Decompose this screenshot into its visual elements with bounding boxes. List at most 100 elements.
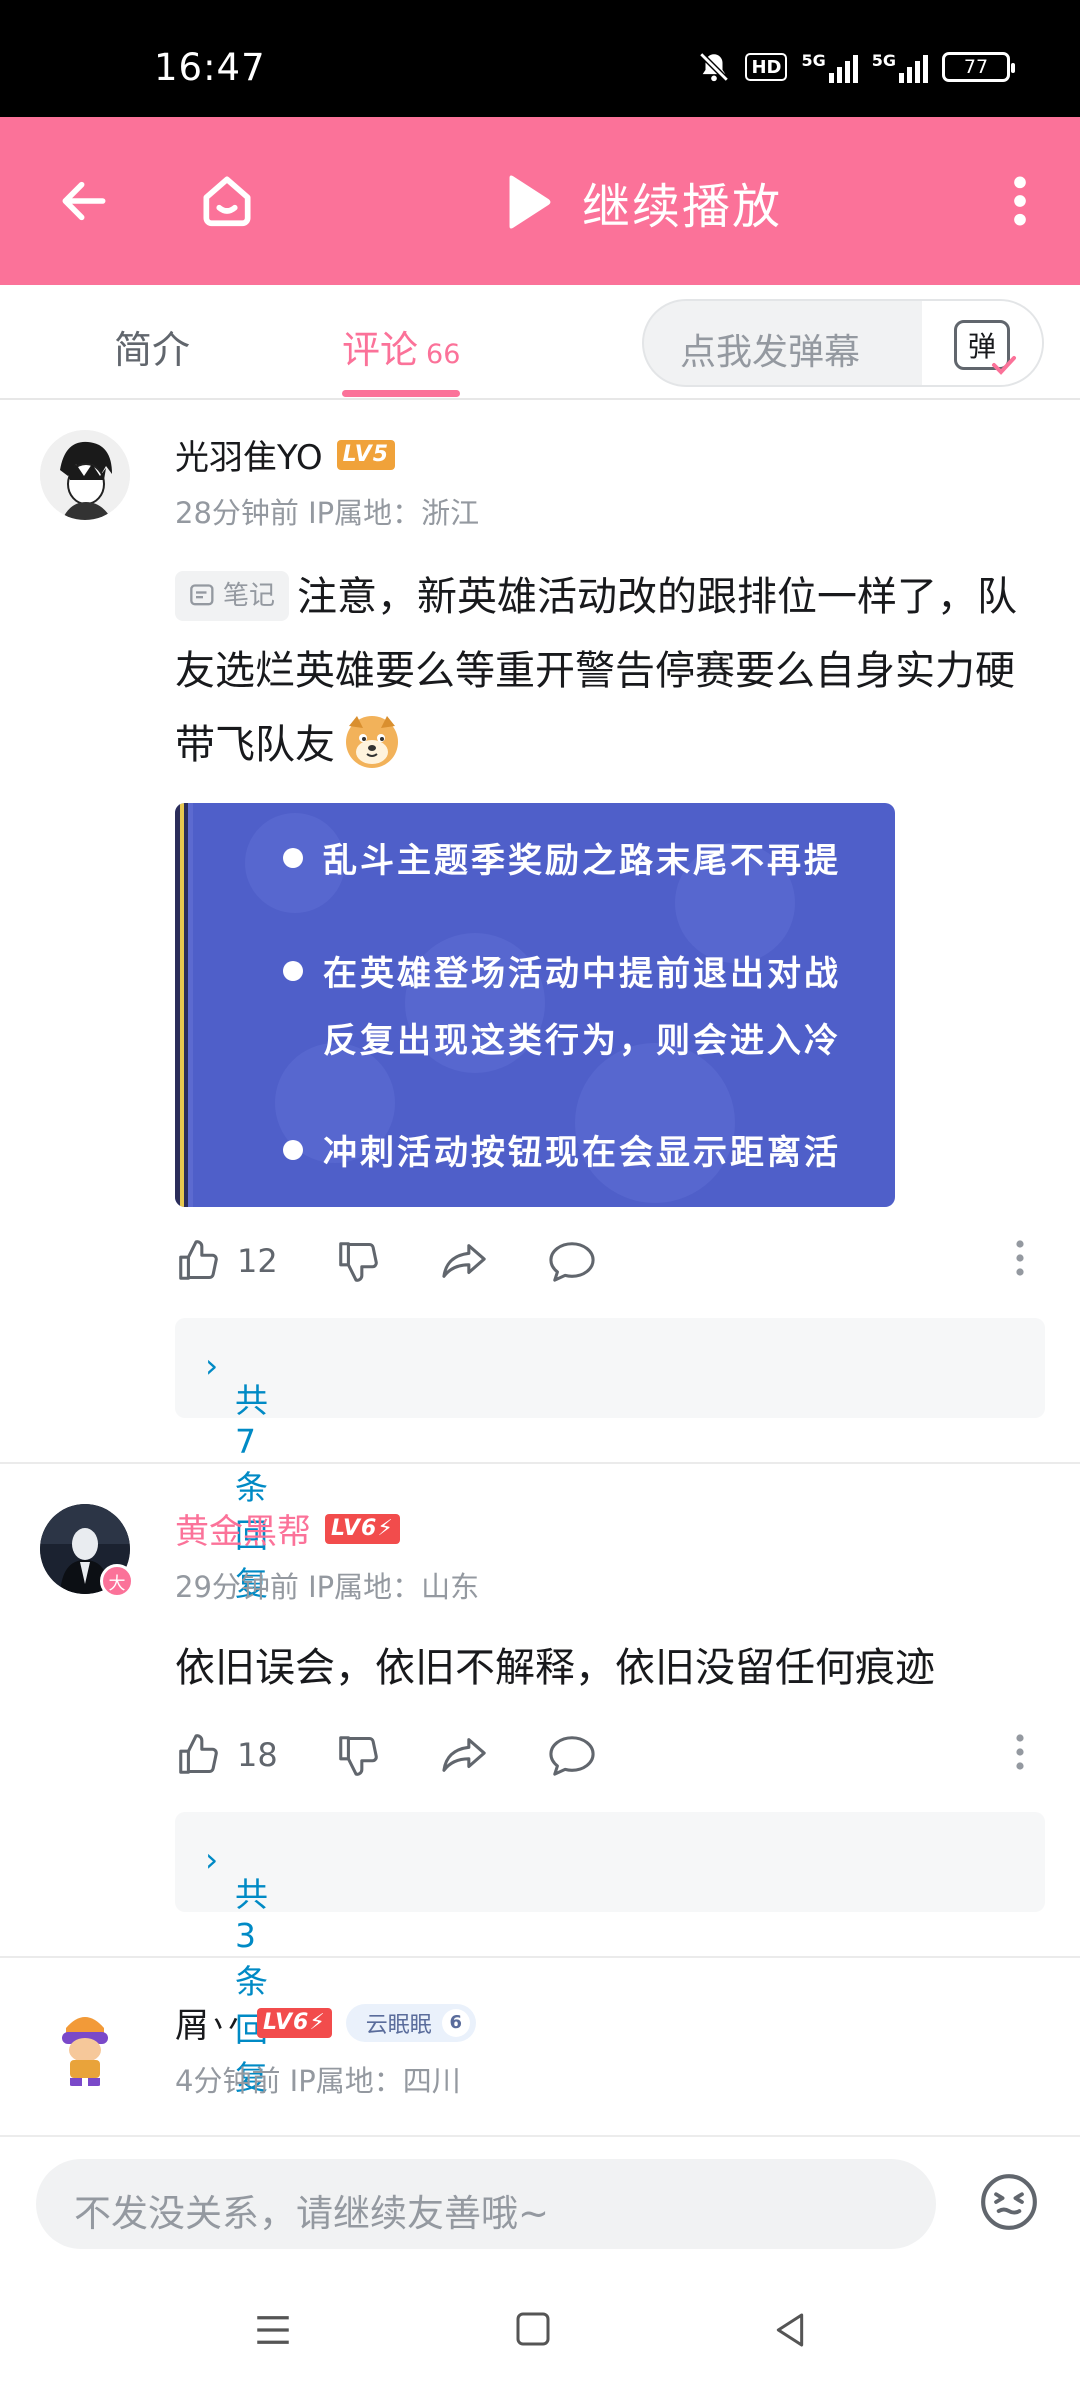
image-text-line: 乱斗主题季奖励之路末尾不再提 (323, 841, 841, 881)
image-text-line: 反复出现这类行为，则会进入冷 (323, 1021, 841, 1061)
share-button[interactable] (440, 1732, 490, 1778)
danmaku-input[interactable]: 点我发弹幕 弹 (642, 299, 1044, 387)
signal-5g-icon: 5G (801, 51, 858, 83)
status-time: 16:47 (154, 46, 266, 89)
tab-comments[interactable]: 评论 66 (342, 319, 460, 374)
status-bar: 16:47 HD 5G 5G 77 (0, 0, 1080, 117)
mute-bell-icon (699, 52, 730, 82)
fan-medal-level: 6 (441, 2008, 470, 2037)
like-count: 18 (237, 1736, 278, 1774)
replies-summary[interactable]: 共3条回复 › (175, 1812, 1045, 2097)
comment-more-button[interactable] (1015, 1732, 1025, 1772)
avatar[interactable] (40, 1998, 130, 2088)
comment-text[interactable]: 依旧误会，依旧不解释，依旧没留任何痕迹 (175, 1631, 1035, 1705)
comment-username-row: 光羽隹YO LV5 (175, 430, 395, 479)
comment-body: 注意，新英雄活动改的跟排位一样了，队友选烂英雄要么等重开警告停赛要么自身实力硬带… (175, 574, 1018, 768)
avatar-badge: 大 (100, 1564, 134, 1598)
more-vertical-icon (1016, 1240, 1024, 1276)
comment-bubble-icon (549, 1736, 595, 1776)
home-button[interactable] (196, 169, 258, 235)
recent-apps-button[interactable] (252, 2309, 294, 2355)
level-badge: LV6⚡ (325, 1513, 400, 1544)
danmaku-placeholder: 点我发弹幕 (680, 332, 861, 373)
comment-meta: 29分钟前 IP属地：山东 (175, 1570, 480, 1604)
emoji-button[interactable] (978, 2171, 1040, 2237)
reply-button[interactable] (547, 1732, 597, 1778)
comment-text[interactable]: 笔记 注意，新英雄活动改的跟排位一样了，队友选烂英雄要么等重开警告停赛要么自身实力… (175, 560, 1035, 782)
note-icon (190, 584, 214, 606)
level-badge: LV6⚡ (257, 2007, 332, 2038)
video-header: 继续播放 (0, 117, 1080, 285)
comment-meta: 28分钟前 IP属地：浙江 (175, 496, 480, 530)
back-nav-button[interactable] (770, 2309, 810, 2355)
tab-comments-count: 66 (426, 339, 461, 370)
fan-medal-name: 云眠眠 (365, 2012, 432, 2038)
comment-image[interactable]: 乱斗主题季奖励之路末尾不再提 在英雄登场活动中提前退出对战 反复出现这类行为，则… (175, 803, 895, 1207)
doge-emoji-icon (343, 712, 401, 770)
battery-level: 77 (963, 56, 989, 78)
danmaku-icon: 弹 (954, 320, 1016, 375)
signal-5g-icon: 5G (872, 51, 928, 83)
danmaku-toggle-button[interactable]: 弹 (922, 301, 1042, 385)
share-button[interactable] (440, 1238, 490, 1284)
comment-item: 光羽隹YO LV5 28分钟前 IP属地：浙江 笔记 注意，新英雄活动改的跟排位一… (0, 400, 1080, 1603)
square-icon (516, 2312, 550, 2346)
system-nav-bar (0, 2265, 1080, 2400)
more-vertical-icon (1014, 176, 1026, 226)
thumbs-up-icon (179, 1240, 218, 1280)
thumbs-down-icon (339, 1242, 378, 1282)
dislike-button[interactable] (335, 1238, 381, 1284)
image-text-line: 冲刺活动按钮现在会显示距离活 (323, 1133, 841, 1173)
username[interactable]: 屑丷 (175, 1998, 243, 2047)
lightning-icon: ⚡ (309, 2009, 326, 2035)
tab-intro[interactable]: 简介 (114, 319, 190, 374)
tab-active-indicator (342, 390, 460, 397)
continue-play-label: 继续播放 (582, 179, 783, 235)
comment-item: 屑丷 LV6⚡ 云眠眠 6 4分钟前 IP属地：四川 (0, 1958, 1080, 2135)
bullet-dot (283, 961, 303, 981)
more-vertical-icon (1016, 1734, 1024, 1770)
replies-link: 共7条回复 › (205, 1346, 268, 1603)
image-text-line: 在英雄登场活动中提前退出对战 (323, 954, 841, 994)
like-button[interactable]: 12 (175, 1238, 278, 1284)
dislike-button[interactable] (335, 1732, 381, 1778)
note-tag-label: 笔记 (223, 581, 276, 611)
comment-actions: 12 (175, 1238, 1045, 1288)
hd-voice-icon: HD (745, 53, 788, 81)
avatar[interactable]: 大 (40, 1504, 134, 1598)
like-button[interactable]: 18 (175, 1732, 278, 1778)
comment-meta: 4分钟前 IP属地：四川 (175, 2064, 461, 2098)
thumbs-up-icon (179, 1734, 218, 1774)
share-arrow-icon (442, 1738, 486, 1772)
username[interactable]: 光羽隹YO (175, 430, 323, 479)
bullet-dot (283, 1140, 303, 1160)
replies-summary[interactable]: 共7条回复 › (175, 1318, 1045, 1603)
comment-username-row: 屑丷 LV6⚡ 云眠眠 6 (175, 1998, 476, 2047)
continue-play-button[interactable]: 继续播放 (500, 167, 782, 237)
reply-button[interactable] (547, 1238, 597, 1284)
network-label-1: 5G (801, 51, 826, 70)
bullet-dot (283, 848, 303, 868)
back-button[interactable] (56, 173, 112, 233)
level-badge: LV5 (336, 439, 395, 470)
arrow-left-icon (62, 181, 106, 221)
comment-actions: 18 (175, 1732, 1045, 1782)
more-button[interactable] (1010, 173, 1030, 233)
emoji-face-icon (981, 2174, 1037, 2230)
fan-medal-badge[interactable]: 云眠眠 6 (345, 2003, 476, 2042)
thumbs-down-icon (339, 1736, 378, 1776)
comment-input[interactable]: 不发没关系，请继续友善哦~ (36, 2159, 936, 2249)
status-icons: HD 5G 5G 77 (697, 50, 1015, 84)
share-arrow-icon (442, 1244, 486, 1278)
home-tv-icon (203, 176, 251, 227)
home-nav-button[interactable] (513, 2309, 553, 2353)
comment-input-placeholder: 不发没关系，请继续友善哦~ (74, 2192, 550, 2235)
comment-more-button[interactable] (1015, 1238, 1025, 1278)
username[interactable]: 黄金黑帮 (175, 1504, 311, 1553)
menu-lines-icon (257, 2316, 289, 2344)
avatar[interactable] (40, 430, 130, 520)
like-count: 12 (237, 1242, 278, 1280)
battery-icon: 77 (942, 52, 1015, 82)
network-label-2: 5G (871, 51, 896, 70)
level-badge-label: LV6 (263, 2009, 310, 2035)
